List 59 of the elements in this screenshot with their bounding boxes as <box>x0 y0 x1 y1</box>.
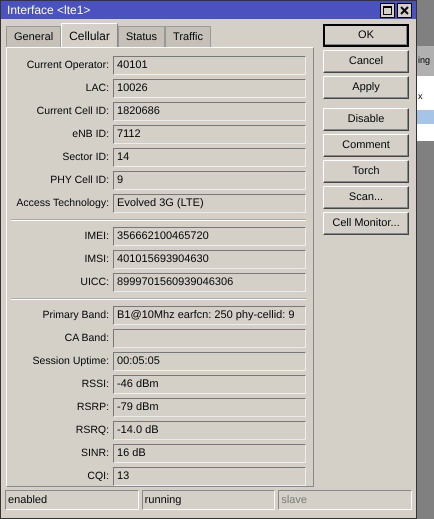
status-field: slave <box>278 490 412 510</box>
dialog-button[interactable]: Apply <box>323 76 409 99</box>
field-label: CA Band: <box>64 330 109 346</box>
field-label: IMSI: <box>83 252 109 267</box>
value-field[interactable]: -79 dBm <box>113 398 306 417</box>
value-field[interactable]: 00:05:05 <box>113 352 306 371</box>
close-icon <box>400 6 409 14</box>
field-label: Current Cell ID: <box>36 104 109 119</box>
value-field[interactable]: 16 dB <box>113 444 306 463</box>
tab[interactable]: General <box>6 26 62 47</box>
field-label: Session Uptime: <box>32 354 109 369</box>
field-label: RSRP: <box>76 400 109 415</box>
field-label: CQI: <box>86 468 109 484</box>
value-field[interactable]: 14 <box>113 148 306 167</box>
status-field: running <box>142 490 276 510</box>
dialog-button[interactable]: Cell Monitor... <box>323 212 409 235</box>
field-label: PHY Cell ID: <box>49 172 109 188</box>
field-label: Access Technology: <box>15 196 109 211</box>
dialog-button[interactable]: OK <box>323 24 409 47</box>
dialog-button[interactable]: Scan... <box>323 186 409 209</box>
background-text: x <box>417 90 424 103</box>
dialog-button[interactable]: Disable <box>323 108 409 131</box>
value-field[interactable]: 13 <box>113 467 306 486</box>
close-button[interactable] <box>397 2 412 18</box>
window-title: Interface <lte1> <box>7 2 92 19</box>
tab[interactable]: Cellular <box>61 23 118 47</box>
value-field[interactable]: Evolved 3G (LTE) <box>113 194 306 213</box>
field-label: Primary Band: <box>41 308 109 323</box>
field-label: Current Operator: <box>26 58 109 73</box>
background-text: ing <box>417 54 430 68</box>
value-field[interactable]: 8999701560939046306 <box>113 273 306 292</box>
tab[interactable]: Traffic <box>165 26 211 47</box>
field-label: RSSI: <box>80 376 109 392</box>
field-label: IMEI: <box>83 228 109 244</box>
tab[interactable]: Status <box>118 26 166 47</box>
status-field: enabled <box>5 490 139 510</box>
value-field[interactable]: 1820686 <box>113 102 306 121</box>
field-label: eNB ID: <box>71 126 109 142</box>
dialog-button[interactable]: Cancel <box>323 50 409 73</box>
dialog-button[interactable]: Comment <box>323 134 409 157</box>
value-field[interactable]: 401015693904630 <box>113 250 306 269</box>
field-label: SINR: <box>80 446 109 461</box>
field-label: RSRQ: <box>74 422 109 438</box>
dialog-button[interactable]: Torch <box>323 160 409 183</box>
maximize-icon <box>383 6 392 14</box>
field-label: UICC: <box>79 274 109 290</box>
value-field[interactable]: 7112 <box>113 125 306 144</box>
value-field[interactable] <box>113 329 306 348</box>
value-field[interactable]: -14.0 dB <box>113 421 306 440</box>
field-label: Sector ID: <box>61 150 109 165</box>
value-field[interactable]: 40101 <box>113 56 306 75</box>
value-field[interactable]: -46 dBm <box>113 375 306 394</box>
value-field[interactable]: 9 <box>113 171 306 190</box>
value-field[interactable]: 356662100465720 <box>113 227 306 246</box>
selected-row-fragment <box>417 110 434 124</box>
maximize-button[interactable] <box>380 2 395 18</box>
value-field[interactable]: 10026 <box>113 79 306 98</box>
value-field[interactable]: B1@10Mhz earfcn: 250 phy-cellid: 9 <box>113 306 306 325</box>
field-label: LAC: <box>84 80 109 96</box>
